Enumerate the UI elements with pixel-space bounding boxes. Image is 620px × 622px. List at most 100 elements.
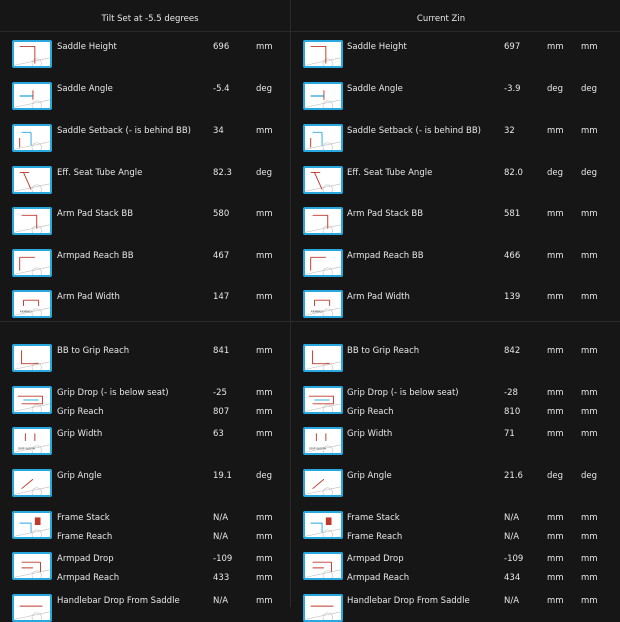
- grip-reach-icon: [303, 344, 343, 372]
- row-unit-secondary: deg: [581, 168, 598, 178]
- row-unit: mm: [547, 346, 564, 356]
- header-divider: [291, 31, 620, 32]
- row-label: Frame Stack: [57, 513, 110, 523]
- row-value: 19.1: [213, 471, 232, 481]
- svg-text:ARMPAD: ARMPAD: [20, 310, 33, 314]
- row-label: Saddle Angle: [347, 84, 403, 94]
- row-value: 434: [504, 573, 521, 583]
- row-value: N/A: [504, 513, 520, 523]
- row-unit: mm: [547, 429, 564, 439]
- saddle-setback-icon: [303, 124, 343, 152]
- row-value: 580: [213, 209, 230, 219]
- row-label: Saddle Angle: [57, 84, 113, 94]
- row-value: 34: [213, 126, 224, 136]
- grip-reach-icon: [12, 344, 52, 372]
- row-label: Grip Reach: [347, 407, 394, 417]
- row-unit-secondary: deg: [581, 84, 598, 94]
- row-unit-secondary: mm: [581, 209, 598, 219]
- row-label: Armpad Reach: [347, 573, 410, 583]
- row-label: Grip Reach: [57, 407, 104, 417]
- saddle-setback-icon: [12, 124, 52, 152]
- row-label: Saddle Setback (- is behind BB): [57, 126, 191, 136]
- row-label: Eff. Seat Tube Angle: [57, 168, 143, 178]
- seat-tube-angle-icon: [12, 166, 52, 194]
- row-unit: deg: [547, 168, 564, 178]
- row-value: N/A: [213, 532, 229, 542]
- grip-width-icon: GRIP WIDTH: [12, 427, 52, 455]
- row-value: 147: [213, 292, 230, 302]
- row-unit: mm: [547, 42, 564, 52]
- row-unit: mm: [256, 554, 273, 564]
- grip-width-icon: GRIP WIDTH: [303, 427, 343, 455]
- handlebar-drop-icon: [12, 594, 52, 622]
- row-value: -3.9: [504, 84, 521, 94]
- row-value: N/A: [213, 513, 229, 523]
- row-unit-secondary: mm: [581, 292, 598, 302]
- row-unit-secondary: mm: [581, 513, 598, 523]
- row-value: -28: [504, 388, 518, 398]
- row-value: 63: [213, 429, 224, 439]
- row-unit-secondary: mm: [581, 596, 598, 606]
- armpad-reach-icon: [303, 249, 343, 277]
- saddle-angle-icon: [303, 82, 343, 110]
- grip-angle-icon: [12, 469, 52, 497]
- row-label: Armpad Reach: [57, 573, 120, 583]
- row-label: Arm Pad Width: [347, 292, 410, 302]
- row-unit-secondary: mm: [581, 573, 598, 583]
- row-value: -5.4: [213, 84, 230, 94]
- row-value: N/A: [504, 532, 520, 542]
- row-value: 697: [504, 42, 521, 52]
- arm-pad-width-icon: ARMPAD: [12, 290, 52, 318]
- row-label: Handlebar Drop From Saddle: [347, 596, 470, 606]
- row-label: Grip Drop (- is below seat): [57, 388, 169, 398]
- row-value: 842: [504, 346, 521, 356]
- row-value: 71: [504, 429, 515, 439]
- row-value: 466: [504, 251, 521, 261]
- saddle-height-icon: [12, 40, 52, 68]
- row-label: Grip Drop (- is below seat): [347, 388, 459, 398]
- arm-pad-stack-icon: [303, 207, 343, 235]
- row-unit: deg: [547, 471, 564, 481]
- row-value: 433: [213, 573, 230, 583]
- row-unit: mm: [547, 573, 564, 583]
- row-label: Saddle Setback (- is behind BB): [347, 126, 481, 136]
- row-label: Eff. Seat Tube Angle: [347, 168, 433, 178]
- row-label: Armpad Reach BB: [347, 251, 424, 261]
- row-unit: mm: [256, 407, 273, 417]
- row-value: 810: [504, 407, 521, 417]
- row-label: Armpad Drop: [347, 554, 404, 564]
- arm-pad-stack-icon: [12, 207, 52, 235]
- column-title: Tilt Set at -5.5 degrees: [101, 14, 199, 24]
- row-label: Grip Width: [347, 429, 393, 439]
- row-unit: mm: [547, 513, 564, 523]
- row-label: Arm Pad Stack BB: [57, 209, 134, 219]
- seat-tube-angle-icon: [303, 166, 343, 194]
- row-value: -25: [213, 388, 227, 398]
- row-unit: deg: [256, 471, 273, 481]
- row-unit: mm: [547, 251, 564, 261]
- row-unit: deg: [256, 84, 273, 94]
- armpad-drop-icon: [303, 552, 343, 580]
- row-unit: mm: [547, 126, 564, 136]
- row-value: 467: [213, 251, 230, 261]
- row-unit-secondary: mm: [581, 532, 598, 542]
- grip-angle-icon: [303, 469, 343, 497]
- header-divider: [0, 31, 290, 32]
- row-unit: mm: [256, 573, 273, 583]
- row-label: Frame Stack: [347, 513, 400, 523]
- row-unit-secondary: mm: [581, 42, 598, 52]
- row-unit: mm: [256, 126, 273, 136]
- svg-text:ARMPAD: ARMPAD: [311, 310, 324, 314]
- row-unit: mm: [256, 346, 273, 356]
- row-unit: mm: [547, 388, 564, 398]
- row-unit-secondary: mm: [581, 407, 598, 417]
- row-unit: mm: [547, 292, 564, 302]
- grip-drop-icon: [12, 386, 52, 414]
- saddle-angle-icon: [12, 82, 52, 110]
- section-divider: [0, 321, 290, 322]
- row-value: N/A: [213, 596, 229, 606]
- row-unit: deg: [256, 168, 273, 178]
- frame-stack-icon: [303, 511, 343, 539]
- row-label: Grip Angle: [57, 471, 102, 481]
- row-unit-secondary: mm: [581, 251, 598, 261]
